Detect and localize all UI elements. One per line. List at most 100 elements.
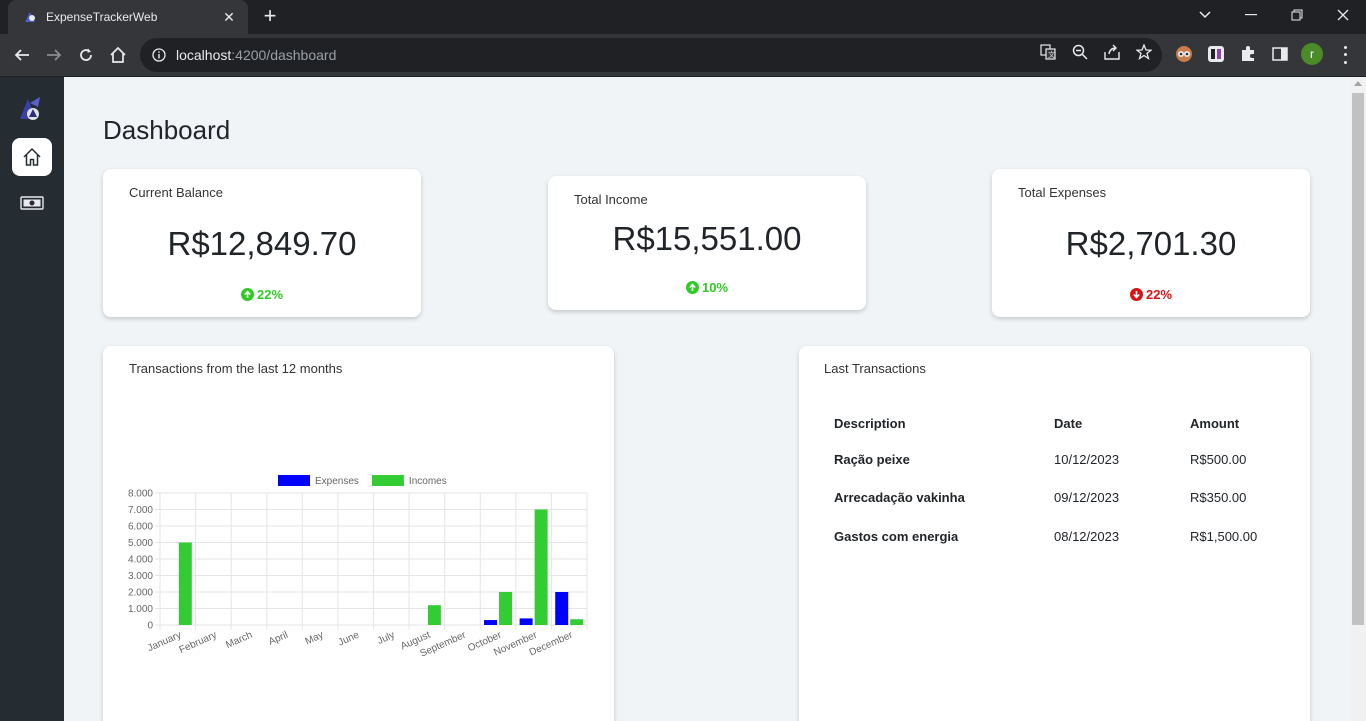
minimize-icon xyxy=(1245,14,1257,16)
address-bar[interactable]: localhost:4200/dashboard xyxy=(140,38,1162,72)
sidebar-item-home[interactable] xyxy=(12,138,52,176)
column-header-date: Date xyxy=(1054,415,1083,431)
transaction-description: Ração peixe xyxy=(834,451,910,467)
arrow-down-circle-icon xyxy=(1129,288,1143,301)
legend-label-expenses: Expenses xyxy=(315,476,359,487)
scroll-up-arrow-icon[interactable] xyxy=(1354,81,1362,86)
x-tick-label: July xyxy=(376,630,397,647)
y-tick-label: 5.000 xyxy=(128,538,153,549)
bar-expenses-december xyxy=(555,592,569,625)
transaction-amount: R$500.00 xyxy=(1190,451,1247,467)
minimize-button[interactable] xyxy=(1228,0,1274,30)
expenses-trend-value: 22% xyxy=(1145,287,1173,302)
url-path: :4200/dashboard xyxy=(231,47,337,63)
tab-search-button[interactable] xyxy=(1182,0,1228,30)
legend-swatch-expenses xyxy=(278,475,310,486)
browser-tab[interactable]: ExpenseTrackerWeb ✕ xyxy=(8,0,248,34)
page-viewport: Dashboard Current Balance R$12,849.70 22… xyxy=(0,77,1366,721)
y-tick-label: 4.000 xyxy=(128,555,153,566)
column-header-amount: Amount xyxy=(1190,415,1240,431)
tab-close-icon[interactable]: ✕ xyxy=(220,9,238,26)
total-income-card: Total Income R$15,551.00 10% xyxy=(548,176,866,310)
y-tick-label: 2.000 xyxy=(128,588,153,599)
star-icon xyxy=(1136,44,1152,60)
bar-expenses-november xyxy=(519,618,533,625)
scrollbar-thumb[interactable] xyxy=(1352,93,1364,625)
extension-owl-button[interactable] xyxy=(1174,44,1194,64)
home-icon xyxy=(23,147,41,166)
balance-trend: 22% xyxy=(103,287,421,302)
home-icon xyxy=(110,46,126,63)
bar-incomes-december xyxy=(570,619,584,625)
current-balance-value: R$12,849.70 xyxy=(167,225,357,262)
money-icon xyxy=(20,196,44,210)
app-favicon-icon xyxy=(25,12,35,22)
sidebar-item-transactions[interactable] xyxy=(20,195,44,211)
browser-toolbar: localhost:4200/dashboard 文 r xyxy=(0,34,1366,76)
owl-extension-icon xyxy=(1176,46,1192,62)
side-panel-icon xyxy=(1272,47,1288,61)
info-icon[interactable] xyxy=(152,48,166,62)
browser-menu-icon[interactable] xyxy=(1340,44,1350,66)
chart-panel: Transactions from the last 12 months 0 1.… xyxy=(103,346,614,721)
y-tick-label: 8.000 xyxy=(128,489,153,500)
arrow-left-icon xyxy=(14,49,29,61)
current-balance-card: Current Balance R$12,849.70 22% xyxy=(103,169,421,317)
transaction-date: 09/12/2023 xyxy=(1054,490,1120,506)
transaction-description: Gastos com energia xyxy=(834,528,959,544)
new-tab-button[interactable]: + xyxy=(258,5,282,28)
x-tick-label: April xyxy=(267,630,290,648)
income-trend: 10% xyxy=(548,280,866,295)
chevron-down-icon xyxy=(1199,11,1211,19)
extensions-button[interactable] xyxy=(1238,44,1258,64)
x-tick-label: June xyxy=(337,630,362,649)
table-row[interactable]: Arrecadação vakinha 09/12/2023 R$350.00 xyxy=(834,479,1294,518)
svg-text:文: 文 xyxy=(1048,50,1055,59)
legend-swatch-incomes xyxy=(371,475,404,486)
card-label: Total Expenses xyxy=(1018,185,1107,200)
y-tick-label: 1.000 xyxy=(128,604,153,615)
share-button[interactable] xyxy=(1103,43,1121,61)
reload-button[interactable] xyxy=(74,43,98,67)
y-tick-label: 6.000 xyxy=(128,522,153,533)
last-transactions-panel: Last Transactions Description Date Amoun… xyxy=(799,346,1310,721)
transaction-amount: R$1,500.00 xyxy=(1190,528,1258,544)
total-income-value: R$15,551.00 xyxy=(612,220,802,257)
balance-trend-value: 22% xyxy=(256,287,284,302)
legend-label-incomes: Incomes xyxy=(409,476,447,487)
table-row[interactable]: Gastos com energia 08/12/2023 R$1,500.00 xyxy=(834,517,1294,556)
bar-incomes-november xyxy=(534,509,548,625)
translate-button[interactable]: 文 xyxy=(1039,43,1057,61)
back-button[interactable] xyxy=(10,43,34,67)
transaction-amount: R$350.00 xyxy=(1190,490,1247,506)
bookmark-button[interactable] xyxy=(1135,43,1153,61)
url-text[interactable]: localhost:4200/dashboard xyxy=(176,47,336,63)
arrow-up-circle-icon xyxy=(685,281,699,294)
extension-dark-button[interactable] xyxy=(1206,44,1226,64)
transactions-bar-chart: 0 1.000 2.000 3.000 4.000 5.000 6.000 7.000 8.00… xyxy=(128,475,588,660)
side-panel-button[interactable] xyxy=(1270,44,1290,64)
arrow-up-circle-icon xyxy=(240,288,254,301)
home-button[interactable] xyxy=(106,43,130,67)
arrow-right-icon xyxy=(47,49,62,61)
puzzle-icon xyxy=(1242,46,1254,61)
forward-button[interactable] xyxy=(42,43,66,67)
bar-incomes-october xyxy=(499,592,513,625)
close-window-button[interactable] xyxy=(1320,0,1366,30)
zoom-button[interactable] xyxy=(1071,43,1089,61)
close-icon xyxy=(1337,9,1349,21)
profile-avatar[interactable]: r xyxy=(1301,43,1323,65)
table-row[interactable]: Ração peixe 10/12/2023 R$500.00 xyxy=(834,440,1294,479)
restore-button[interactable] xyxy=(1274,0,1320,30)
page-scrollbar[interactable] xyxy=(1350,77,1366,721)
card-label: Current Balance xyxy=(129,185,223,200)
transaction-date: 08/12/2023 xyxy=(1054,528,1120,544)
app-logo-icon[interactable] xyxy=(16,93,46,125)
browser-tabbar: ExpenseTrackerWeb ✕ + xyxy=(0,0,1366,34)
bar-incomes-january xyxy=(178,542,192,625)
y-tick-label: 7.000 xyxy=(128,505,153,516)
page-title: Dashboard xyxy=(103,115,231,145)
transaction-description: Arrecadação vakinha xyxy=(834,490,965,506)
url-host: localhost xyxy=(176,47,232,63)
x-tick-label: March xyxy=(224,630,254,651)
